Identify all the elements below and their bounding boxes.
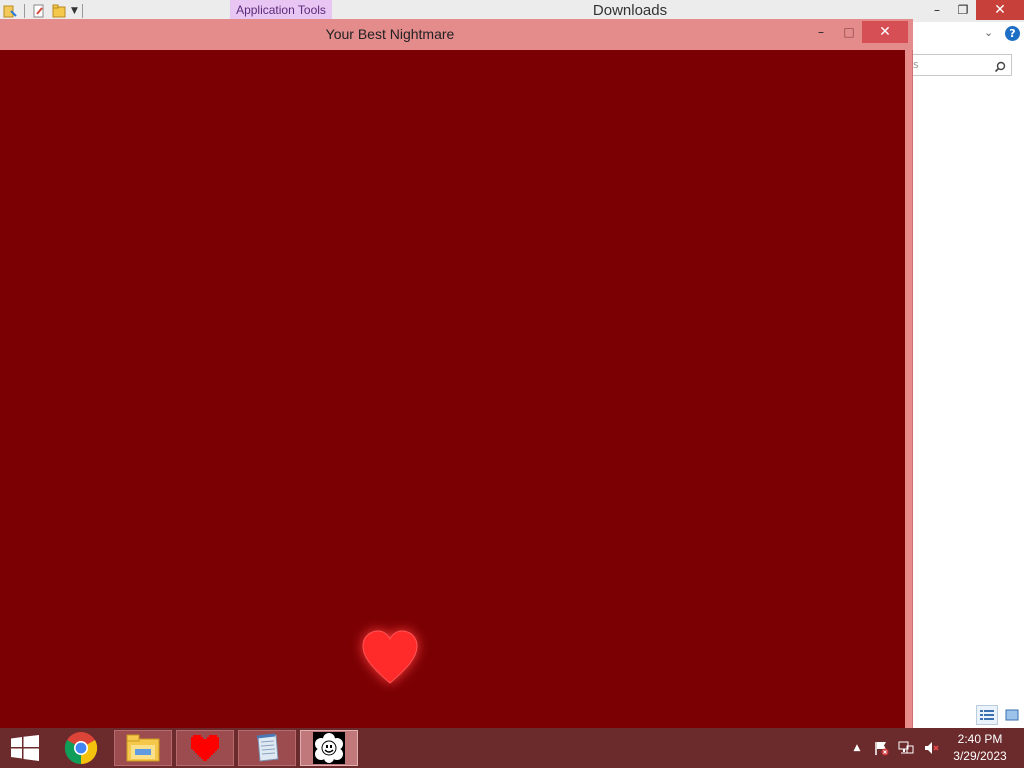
expand-ribbon-chevron-icon[interactable]: ⌄	[984, 26, 993, 39]
customize-toolbar-arrow-icon[interactable]: ▼	[71, 6, 78, 16]
game-canvas[interactable]	[0, 50, 905, 728]
properties-icon[interactable]	[2, 3, 18, 19]
game-window-title: Your Best Nightmare	[325, 26, 455, 42]
quick-access-toolbar: ▼	[0, 2, 87, 20]
game-close-button[interactable]: ✕	[862, 21, 908, 43]
show-hidden-icons-button[interactable]: ▲	[848, 728, 866, 768]
taskbar-heart-app-button[interactable]	[176, 730, 234, 766]
new-folder-icon[interactable]	[51, 3, 67, 19]
search-icon[interactable]	[994, 58, 1006, 73]
details-view-icon[interactable]	[976, 705, 998, 725]
large-icons-view-icon[interactable]	[1001, 705, 1023, 725]
game-titlebar[interactable]: Your Best Nightmare – □ ✕	[0, 19, 913, 50]
volume-muted-icon[interactable]	[920, 728, 942, 768]
search-input-text: s	[913, 58, 919, 71]
taskbar-flowey-button[interactable]	[300, 730, 358, 766]
chevron-up-icon: ▲	[853, 743, 861, 753]
explorer-close-button[interactable]: ✕	[976, 0, 1024, 20]
folder-icon	[126, 734, 160, 762]
heart-icon	[191, 735, 219, 761]
taskbar: ▲ 2:40 PM 3/29/2023	[0, 728, 1024, 768]
help-icon[interactable]: ?	[1005, 26, 1020, 41]
ribbon-application-tools-tab[interactable]: Application Tools	[230, 0, 332, 20]
chrome-icon	[64, 732, 98, 765]
clock-date: 3/29/2023	[953, 749, 1007, 763]
start-button[interactable]	[0, 728, 50, 768]
toolbar-divider	[24, 4, 25, 18]
flowey-icon	[313, 732, 345, 764]
taskbar-clock[interactable]: 2:40 PM 3/29/2023	[944, 731, 1016, 765]
action-center-flag-icon[interactable]	[870, 728, 892, 768]
search-input[interactable]: s	[912, 54, 1012, 76]
taskbar-file-explorer-button[interactable]	[114, 730, 172, 766]
notepad-icon	[256, 733, 279, 762]
game-maximize-button[interactable]: □	[836, 21, 862, 43]
game-minimize-button[interactable]: –	[808, 21, 834, 43]
windows-logo-icon	[11, 735, 39, 761]
clock-time: 2:40 PM	[957, 732, 1003, 746]
view-toggle	[976, 705, 1023, 725]
new-file-icon[interactable]	[31, 3, 47, 19]
explorer-restore-button[interactable]: ❐	[948, 0, 978, 20]
soul-heart-icon	[362, 630, 418, 684]
network-icon[interactable]	[895, 728, 917, 768]
explorer-window-title: Downloads	[592, 2, 668, 19]
game-window: Your Best Nightmare – □ ✕	[0, 19, 913, 728]
toolbar-divider	[81, 4, 83, 18]
taskbar-chrome-button[interactable]	[52, 730, 110, 766]
taskbar-notepad-button[interactable]	[238, 730, 296, 766]
